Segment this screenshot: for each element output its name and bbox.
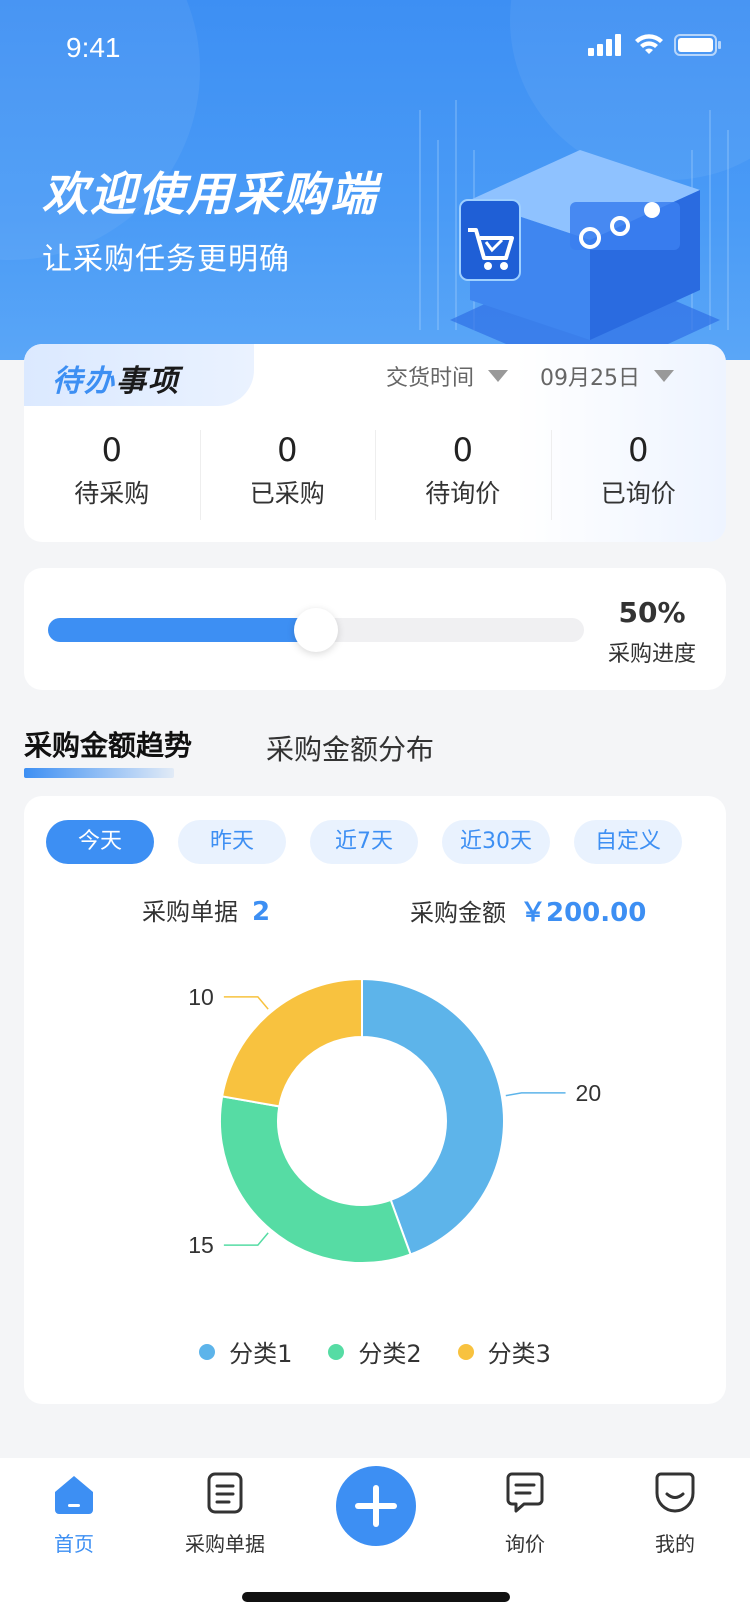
todo-tag-part2: 事项 <box>116 364 180 399</box>
legend-item: 分类3 <box>457 1334 551 1369</box>
todo-tag-part1: 待办 <box>52 364 116 399</box>
add-button[interactable] <box>336 1466 416 1546</box>
pill-last-7-days[interactable]: 近7天 <box>310 820 418 864</box>
home-icon <box>55 1476 93 1514</box>
pill-custom[interactable]: 自定义 <box>574 820 682 864</box>
pill-last-30-days[interactable]: 近30天 <box>442 820 550 864</box>
document-icon <box>207 1472 243 1514</box>
battery-icon <box>674 34 721 56</box>
todo-tag-title: 待办事项 <box>52 356 180 400</box>
status-time: 9:41 <box>66 32 121 63</box>
pill-today[interactable]: 今天 <box>46 820 154 864</box>
hero-title: 欢迎使用采购端 <box>42 167 378 221</box>
plus-icon <box>355 1485 397 1527</box>
label-leader-line <box>505 1092 566 1097</box>
tab-home-label: 首页 <box>54 1532 94 1556</box>
stat-label: 已询价 <box>600 479 676 508</box>
legend-item: 分类2 <box>328 1334 422 1369</box>
donut-chart: 20 15 10 <box>188 977 602 1264</box>
progress-knob[interactable] <box>294 608 338 652</box>
progress-fill <box>48 618 316 642</box>
legend-dot <box>457 1343 474 1360</box>
stat-pending-inquiry[interactable]: 0 待询价 <box>375 424 551 524</box>
home-indicator <box>242 1592 510 1602</box>
status-icons <box>588 34 722 56</box>
legend-label: 分类3 <box>487 1340 551 1368</box>
stat-label: 已采购 <box>249 479 325 508</box>
tab-profile-label: 我的 <box>655 1532 695 1556</box>
status-bar: 9:41 <box>0 0 750 100</box>
wifi-icon <box>635 34 663 54</box>
summary-orders: 采购单据 2 <box>142 892 270 927</box>
chat-icon <box>506 1472 544 1513</box>
stat-purchased[interactable]: 0 已采购 <box>199 424 376 524</box>
summary-amount-label: 采购金额 <box>410 899 506 927</box>
donut-data-label: 10 <box>188 984 214 1010</box>
hero-banner: 9:41 欢迎使用采购端 让采购任务更明确 <box>0 0 750 360</box>
progress-track[interactable] <box>48 608 584 652</box>
tab-profile[interactable]: 我的 <box>605 1458 745 1557</box>
legend-dot <box>328 1343 345 1360</box>
todo-tag: 待办事项 <box>24 344 254 406</box>
legend-label: 分类1 <box>229 1340 293 1368</box>
label-leader-line <box>223 1232 269 1246</box>
donut-slice <box>220 977 363 1108</box>
date-label: 09月25日 <box>540 366 640 391</box>
tab-amount-trend[interactable]: 采购金额趋势 <box>24 724 192 764</box>
summary-orders-label: 采购单据 <box>142 898 238 926</box>
progress-card: 50% 采购进度 <box>24 568 726 690</box>
todo-stats: 0 待采购 0 已采购 0 待询价 0 已询价 <box>24 424 726 524</box>
tab-underline <box>24 768 174 778</box>
smile-icon <box>655 1472 695 1513</box>
progress-label: 采购进度 <box>607 642 696 667</box>
summary-amount: 采购金额 ￥200.00 <box>410 892 646 929</box>
summary-orders-value: 2 <box>252 897 271 927</box>
stat-value: 0 <box>101 431 122 469</box>
date-filter[interactable]: 09月25日 <box>540 360 674 392</box>
label-leader-line <box>223 996 269 1010</box>
tab-amount-distribution[interactable]: 采购金额分布 <box>266 728 434 768</box>
shopping-cube-illustration <box>419 100 729 350</box>
caret-down-icon <box>654 370 674 382</box>
chart-card: 今天 昨天 近7天 近30天 自定义 采购单据 2 采购金额 ￥200.00 2… <box>24 796 726 1404</box>
delivery-time-filter[interactable]: 交货时间 <box>386 360 509 392</box>
tab-purchase-orders-label: 采购单据 <box>185 1532 265 1556</box>
stat-inquired[interactable]: 0 已询价 <box>550 424 727 524</box>
chart-legend: 分类1 分类2 分类3 <box>24 1334 726 1369</box>
stat-value: 0 <box>628 431 649 469</box>
signal-icon <box>588 34 621 56</box>
tab-home[interactable]: 首页 <box>4 1458 144 1557</box>
legend-item: 分类1 <box>199 1334 292 1369</box>
summary-amount-value: ￥200.00 <box>520 898 647 928</box>
donut-slice <box>219 1095 412 1264</box>
tab-inquiry[interactable]: 询价 <box>455 1458 595 1557</box>
tab-purchase-orders[interactable]: 采购单据 <box>155 1458 295 1557</box>
legend-label: 分类2 <box>358 1340 422 1368</box>
donut-data-label: 20 <box>576 1080 602 1106</box>
stat-label: 待询价 <box>425 479 501 508</box>
stat-value: 0 <box>277 431 298 469</box>
stat-value: 0 <box>452 431 473 469</box>
hero-subtitle: 让采购任务更明确 <box>42 242 290 277</box>
caret-down-icon <box>488 370 509 382</box>
stat-pending-purchase[interactable]: 0 待采购 <box>24 424 200 524</box>
date-range-pills: 今天 昨天 近7天 近30天 自定义 <box>46 820 682 864</box>
legend-dot <box>199 1343 216 1360</box>
pill-yesterday[interactable]: 昨天 <box>178 820 286 864</box>
delivery-time-label: 交货时间 <box>386 366 475 391</box>
tab-inquiry-label: 询价 <box>505 1532 545 1556</box>
stat-label: 待采购 <box>74 479 150 508</box>
todo-card: 待办事项 交货时间 09月25日 0 待采购 0 已采购 0 待询价 0 已询价 <box>24 344 726 542</box>
progress-percent: 50% <box>618 596 686 629</box>
section-tabs: 采购金额趋势 采购金额分布 <box>24 724 726 784</box>
donut-data-label: 15 <box>188 1232 214 1258</box>
